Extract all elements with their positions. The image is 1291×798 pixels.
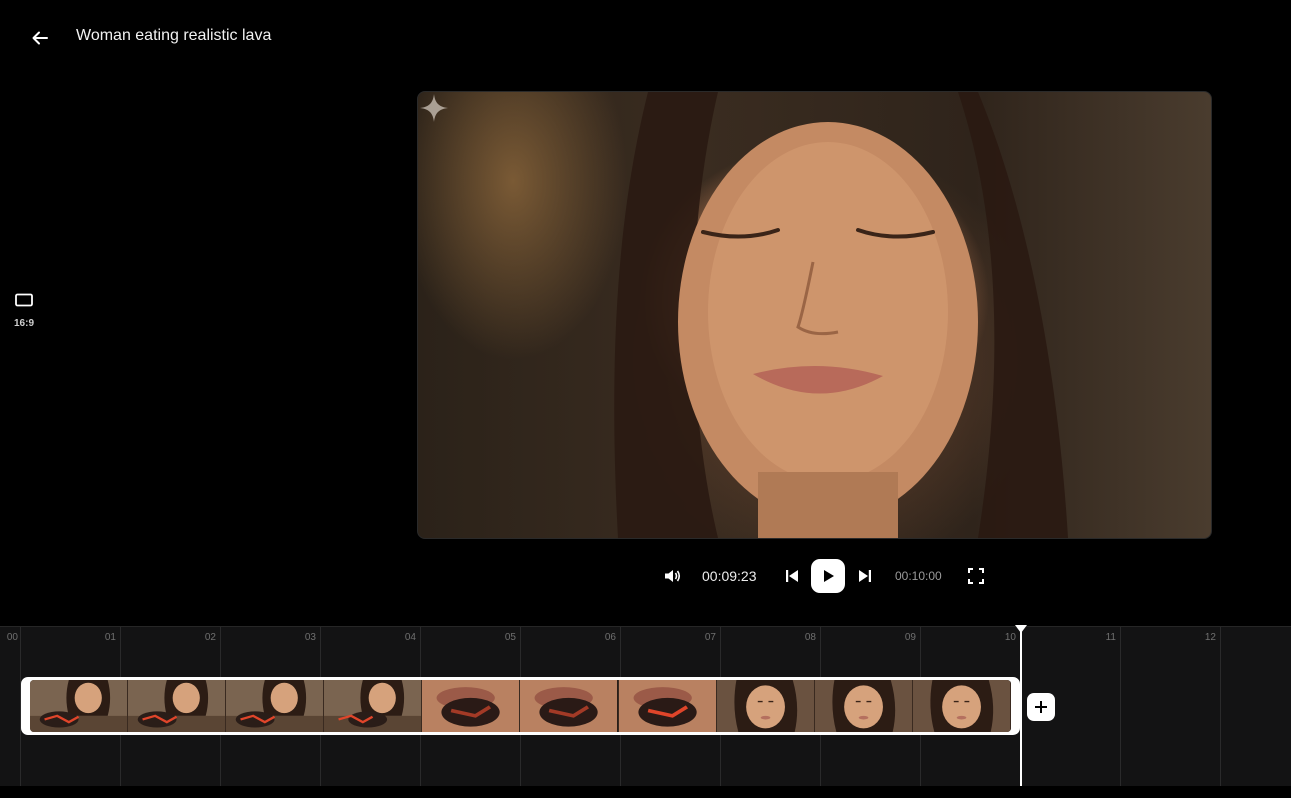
clip-frame-thumbnail — [324, 680, 423, 732]
timeline-tick — [1220, 627, 1221, 787]
skip-previous-icon — [786, 570, 798, 582]
current-time: 00:09:23 — [702, 568, 757, 584]
plus-icon — [1035, 701, 1047, 713]
add-clip-button[interactable] — [1027, 693, 1055, 721]
timeline-tick-label: 08 — [804, 632, 816, 643]
volume-button[interactable] — [660, 558, 684, 594]
arrow-left-icon — [32, 31, 48, 45]
bottom-bar — [0, 786, 1291, 798]
skip-next-button[interactable] — [853, 558, 877, 594]
aspect-ratio-button[interactable]: 16:9 — [6, 292, 42, 329]
skip-previous-button[interactable] — [780, 558, 804, 594]
timeline-tick-label: 09 — [904, 632, 916, 643]
volume-icon — [665, 570, 681, 582]
video-preview[interactable] — [417, 91, 1212, 539]
sparkle-icon — [420, 94, 448, 122]
page-title: Woman eating realistic lava — [76, 27, 272, 44]
playhead[interactable] — [1015, 625, 1027, 787]
timeline-tick-label: 02 — [204, 632, 216, 643]
clip-frame-thumbnail — [30, 680, 129, 732]
clip-frames — [30, 680, 1011, 732]
timeline-tick-label: 05 — [504, 632, 516, 643]
timeline-tick-label: 00 — [6, 632, 18, 643]
clip-frame-thumbnail — [912, 680, 1011, 732]
timeline-tick-label: 03 — [304, 632, 316, 643]
fullscreen-button[interactable] — [964, 558, 988, 594]
clip-frame-thumbnail — [422, 680, 521, 732]
video-frame-illustration — [614, 92, 1068, 538]
play-icon — [824, 570, 834, 582]
timeline-tick-label: 06 — [604, 632, 616, 643]
timeline-tick — [1120, 627, 1121, 787]
timeline-tick-label: 04 — [404, 632, 416, 643]
timeline-tick-label: 12 — [1204, 632, 1216, 643]
timeline-tick-label: 10 — [1004, 632, 1016, 643]
clip-frame-thumbnail — [226, 680, 325, 732]
aspect-ratio-label: 16:9 — [13, 318, 34, 329]
back-button[interactable] — [22, 20, 58, 56]
clip-frame-thumbnail — [128, 680, 227, 732]
clip-frame-thumbnail — [716, 680, 815, 732]
clip-frame-thumbnail — [814, 680, 913, 732]
timeline-tick-label: 11 — [1105, 632, 1116, 643]
play-button[interactable] — [811, 559, 845, 593]
clip-frame-thumbnail — [618, 680, 717, 732]
clip-frame-thumbnail — [520, 680, 619, 732]
fullscreen-icon — [968, 568, 984, 584]
timeline-tick-label: 01 — [104, 632, 116, 643]
skip-next-icon — [859, 570, 871, 582]
total-time: 00:10:00 — [895, 569, 942, 583]
timeline-tick-label: 07 — [704, 632, 716, 643]
rectangle-landscape-icon — [15, 293, 33, 307]
player-controls: 00:09:23 00:10:00 — [660, 558, 990, 594]
playhead-handle[interactable] — [1015, 625, 1027, 633]
video-clip[interactable] — [21, 677, 1020, 735]
timeline[interactable]: 00 01 02 03 04 05 06 07 08 09 10 11 12 — [0, 625, 1291, 787]
